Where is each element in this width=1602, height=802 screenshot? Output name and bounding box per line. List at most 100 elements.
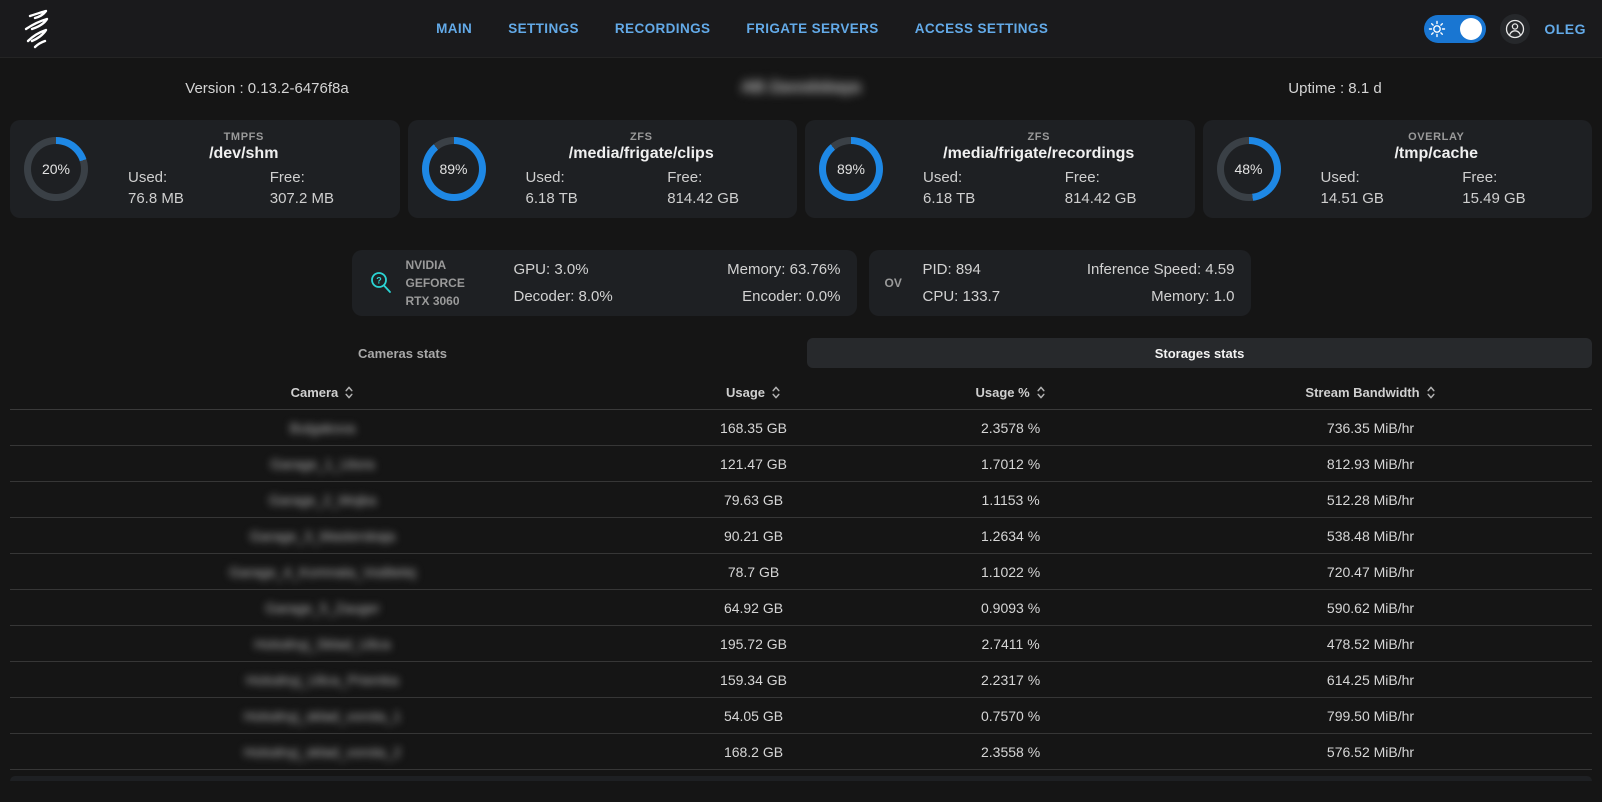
storage-card: 89% ZFS /media/frigate/clips Used: Free:…: [408, 120, 798, 218]
table-row: Garage_5_Zauger 64.92 GB 0.9093 % 590.62…: [10, 590, 1592, 626]
bandwidth-cell: 614.25 MiB/hr: [1149, 672, 1592, 688]
bandwidth-cell: 720.47 MiB/hr: [1149, 564, 1592, 580]
table-row: Holodnyj_sklad_vorota_2 168.2 GB 2.3558 …: [10, 734, 1592, 770]
filesystem-type-label: TMPFS: [102, 131, 386, 143]
table-row: Garage_4_Komnata_Voditelej 78.7 GB 1.102…: [10, 554, 1592, 590]
used-value: 14.51 GB: [1295, 190, 1437, 207]
free-value: 15.49 GB: [1436, 190, 1578, 207]
tab-storages-stats[interactable]: Storages stats: [807, 338, 1592, 368]
table-row: Garage_1_Utora 121.47 GB 1.7012 % 812.93…: [10, 446, 1592, 482]
detector-memory: Memory: 1.0: [1087, 283, 1235, 310]
toggle-knob: [1460, 18, 1482, 40]
filesystem-type-label: ZFS: [897, 131, 1181, 143]
info-row: Version : 0.13.2-6476f8a AB Zavodskaya U…: [0, 74, 1602, 102]
used-label: Used:: [102, 169, 244, 186]
svg-text:?: ?: [376, 276, 382, 286]
detector-stats-right: Inference Speed: 4.59 Memory: 1.0: [1087, 256, 1235, 310]
camera-name-blurred: Garage_2_Mojka: [269, 492, 376, 508]
storage-usage-donut: 20%: [24, 137, 88, 201]
mount-path-label: /media/frigate/recordings: [897, 145, 1181, 163]
detector-card: OV PID: 894 CPU: 133.7 Inference Speed: …: [869, 250, 1251, 316]
storage-usage-percent: 89%: [837, 161, 865, 177]
bandwidth-cell: 538.48 MiB/hr: [1149, 528, 1592, 544]
nav-right-controls: OLEG: [1424, 14, 1586, 44]
bandwidth-cell: 512.28 MiB/hr: [1149, 492, 1592, 508]
username-label[interactable]: OLEG: [1544, 21, 1586, 37]
storage-usage-percent: 89%: [439, 161, 467, 177]
tab-cameras-stats[interactable]: Cameras stats: [10, 338, 795, 368]
column-header-usage-pct[interactable]: Usage %: [872, 385, 1149, 400]
usage-pct-cell: 2.3558 %: [872, 744, 1149, 760]
nav-links: MAIN SETTINGS RECORDINGS FRIGATE SERVERS…: [60, 21, 1424, 36]
frigate-logo-icon[interactable]: [16, 7, 60, 51]
used-value: 6.18 TB: [897, 190, 1039, 207]
camera-name-blurred: Garage_3_Masterskaja: [250, 528, 396, 544]
sort-icon[interactable]: [344, 385, 354, 400]
table-header-row: Camera Usage Usage % Stream Bandwidth: [10, 376, 1592, 410]
camera-name-blurred: Garage_4_Komnata_Voditelej: [229, 564, 416, 580]
used-label: Used:: [1295, 169, 1437, 186]
detector-inference-speed: Inference Speed: 4.59: [1087, 256, 1235, 283]
free-value: 814.42 GB: [1039, 190, 1181, 207]
column-header-stream-bandwidth[interactable]: Stream Bandwidth: [1149, 385, 1592, 400]
usage-cell: 168.35 GB: [635, 420, 872, 436]
detector-pid: PID: 894: [923, 256, 1001, 283]
usage-pct-cell: 1.1022 %: [872, 564, 1149, 580]
storage-usage-donut: 48%: [1217, 137, 1281, 201]
table-body: Bulgakova 168.35 GB 2.3578 % 736.35 MiB/…: [10, 410, 1592, 770]
usage-cell: 159.34 GB: [635, 672, 872, 688]
gpu-encoder: Encoder: 0.0%: [727, 283, 840, 310]
camera-name-blurred: Garage_5_Zauger: [265, 600, 379, 616]
nav-item-recordings[interactable]: RECORDINGS: [615, 21, 711, 36]
usage-cell: 79.63 GB: [635, 492, 872, 508]
used-label: Used:: [897, 169, 1039, 186]
storage-card: 89% ZFS /media/frigate/recordings Used: …: [805, 120, 1195, 218]
bandwidth-cell: 576.52 MiB/hr: [1149, 744, 1592, 760]
version-label: Version : 0.13.2-6476f8a: [0, 80, 534, 97]
camera-name-blurred: Bulgakova: [290, 420, 355, 436]
column-header-usage[interactable]: Usage: [635, 385, 872, 400]
usage-cell: 195.72 GB: [635, 636, 872, 652]
filesystem-type-label: ZFS: [500, 131, 784, 143]
camera-name-blurred: Holodnyj_sklad_vorota_2: [244, 744, 401, 760]
used-value: 76.8 MB: [102, 190, 244, 207]
stats-tabs: Cameras stats Storages stats: [10, 338, 1592, 368]
storage-usage-donut: 89%: [422, 137, 486, 201]
nav-item-access-settings[interactable]: ACCESS SETTINGS: [915, 21, 1049, 36]
bandwidth-cell: 799.50 MiB/hr: [1149, 708, 1592, 724]
usage-cell: 78.7 GB: [635, 564, 872, 580]
top-navbar: MAIN SETTINGS RECORDINGS FRIGATE SERVERS…: [0, 0, 1602, 58]
detector-name-label: OV: [885, 274, 911, 292]
column-header-camera[interactable]: Camera: [10, 385, 635, 400]
usage-pct-cell: 0.9093 %: [872, 600, 1149, 616]
free-label: Free:: [1436, 169, 1578, 186]
bandwidth-cell: 478.52 MiB/hr: [1149, 636, 1592, 652]
camera-name-blurred: Holodnyj_sklad_vorota_1: [244, 708, 401, 724]
mount-path-label: /media/frigate/clips: [500, 145, 784, 163]
usage-pct-cell: 1.1153 %: [872, 492, 1149, 508]
bandwidth-cell: 590.62 MiB/hr: [1149, 600, 1592, 616]
server-name-blurred: AB Zavodskaya: [741, 79, 860, 96]
sort-icon[interactable]: [771, 385, 781, 400]
table-row: Garage_2_Mojka 79.63 GB 1.1153 % 512.28 …: [10, 482, 1592, 518]
table-row: Holodnyj_Ulica_Priemka 159.34 GB 2.2317 …: [10, 662, 1592, 698]
theme-toggle[interactable]: [1424, 15, 1486, 43]
table-row: Holodnyj_Sklad_Ulica 195.72 GB 2.7411 % …: [10, 626, 1592, 662]
usage-cell: 90.21 GB: [635, 528, 872, 544]
storage-usage-percent: 48%: [1234, 161, 1262, 177]
bandwidth-cell: 736.35 MiB/hr: [1149, 420, 1592, 436]
table-row: Bulgakova 168.35 GB 2.3578 % 736.35 MiB/…: [10, 410, 1592, 446]
mount-path-label: /dev/shm: [102, 145, 386, 163]
nav-item-main[interactable]: MAIN: [436, 21, 472, 36]
mount-path-label: /tmp/cache: [1295, 145, 1579, 163]
user-avatar-icon[interactable]: [1500, 14, 1530, 44]
storage-usage-percent: 20%: [42, 161, 70, 177]
sort-icon[interactable]: [1426, 385, 1436, 400]
gpu-name-label: NVIDIA GEFORCE RTX 3060: [406, 256, 502, 310]
free-value: 814.42 GB: [641, 190, 783, 207]
sort-icon[interactable]: [1036, 385, 1046, 400]
nav-item-settings[interactable]: SETTINGS: [508, 21, 579, 36]
gpu-memory: Memory: 63.76%: [727, 256, 840, 283]
usage-cell: 168.2 GB: [635, 744, 872, 760]
nav-item-frigate-servers[interactable]: FRIGATE SERVERS: [746, 21, 878, 36]
